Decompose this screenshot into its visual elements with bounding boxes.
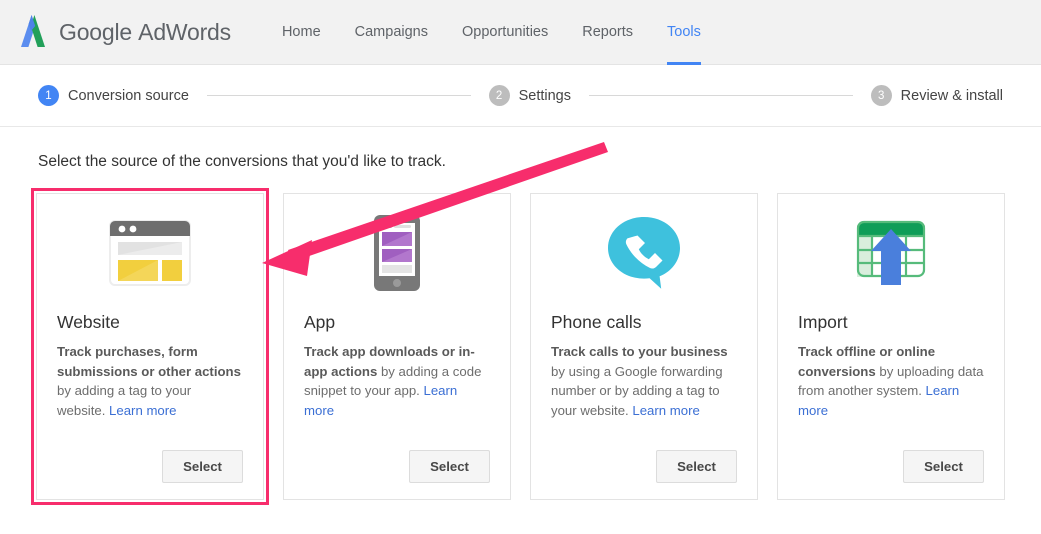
card-website[interactable]: Website Track purchases, form submission… — [31, 188, 269, 505]
main-content: Select the source of the conversions tha… — [0, 127, 1041, 505]
card-app[interactable]: App Track app downloads or in-app action… — [283, 193, 511, 500]
card-desc-app: Track app downloads or in-app actions by… — [304, 342, 490, 450]
card-title-import: Import — [798, 312, 848, 332]
select-button-website[interactable]: Select — [162, 450, 243, 483]
nav-item-reports[interactable]: Reports — [565, 0, 650, 65]
main-nav: Home Campaigns Opportunities Reports Too… — [265, 0, 718, 65]
card-title-website: Website — [57, 312, 120, 332]
wizard-stepper: 1 Conversion source 2 Settings 3 Review … — [0, 65, 1041, 127]
card-actions-phone-calls: Select — [551, 450, 737, 483]
step-conversion-source[interactable]: 1 Conversion source — [38, 85, 189, 106]
step-connector-1 — [206, 95, 471, 96]
spreadsheet-upload-icon — [798, 194, 984, 312]
card-phone-calls[interactable]: Phone calls Track calls to your business… — [530, 193, 758, 500]
nav-item-home[interactable]: Home — [265, 0, 338, 65]
website-browser-icon — [57, 194, 243, 312]
card-desc-bold-website: Track purchases, form submissions or oth… — [57, 344, 241, 379]
nav-item-campaigns[interactable]: Campaigns — [338, 0, 445, 65]
card-import[interactable]: Import Track offline or online conversio… — [777, 193, 1005, 500]
card-title-app: App — [304, 312, 336, 332]
phone-call-bubble-icon — [551, 194, 737, 312]
step-review-install[interactable]: 3 Review & install — [870, 85, 1003, 106]
step-number-3: 3 — [870, 85, 892, 106]
card-desc-website: Track purchases, form submissions or oth… — [57, 342, 243, 450]
conversion-source-cards: Website Track purchases, form submission… — [31, 188, 1005, 505]
step-connector-2 — [588, 95, 853, 96]
step-label-3: Review & install — [900, 87, 1003, 104]
brand-text: Google AdWords — [59, 19, 231, 46]
nav-item-opportunities[interactable]: Opportunities — [445, 0, 565, 65]
brand-google: Google — [59, 18, 132, 45]
learn-more-link-phone-calls[interactable]: Learn more — [632, 403, 699, 418]
card-actions-app: Select — [304, 450, 490, 483]
card-desc-import: Track offline or online conversions by u… — [798, 342, 984, 450]
step-number-1: 1 — [38, 85, 59, 106]
step-settings[interactable]: 2 Settings — [488, 85, 571, 106]
adwords-logo[interactable]: Google AdWords — [18, 14, 231, 50]
card-desc-phone-calls: Track calls to your business by using a … — [551, 342, 737, 450]
select-button-phone-calls[interactable]: Select — [656, 450, 737, 483]
brand-product: AdWords — [138, 18, 231, 45]
select-button-import[interactable]: Select — [903, 450, 984, 483]
step-label-2: Settings — [518, 87, 571, 104]
learn-more-link-website[interactable]: Learn more — [109, 403, 176, 418]
card-actions-website: Select — [57, 450, 243, 483]
card-title-phone-calls: Phone calls — [551, 312, 642, 332]
step-label-1: Conversion source — [68, 87, 189, 104]
page-title: Select the source of the conversions tha… — [38, 153, 446, 170]
mobile-app-icon — [304, 194, 490, 312]
select-button-app[interactable]: Select — [409, 450, 490, 483]
nav-item-tools[interactable]: Tools — [650, 0, 718, 65]
adwords-logo-icon — [21, 15, 45, 47]
app-header: Google AdWords Home Campaigns Opportunit… — [0, 0, 1041, 65]
card-desc-bold-phone-calls: Track calls to your business — [551, 344, 728, 359]
step-number-2: 2 — [488, 85, 510, 106]
card-actions-import: Select — [798, 450, 984, 483]
